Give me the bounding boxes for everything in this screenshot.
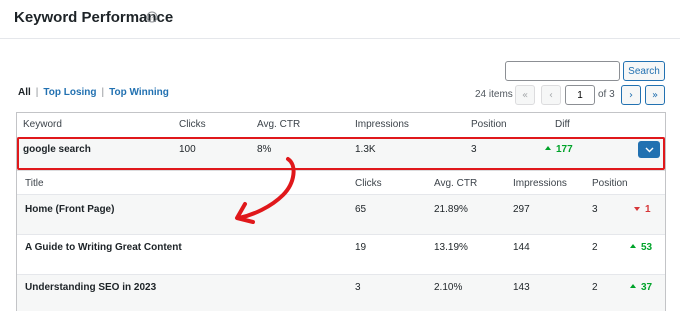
diff-value: 53 [641, 242, 653, 253]
diff-value: 1 [645, 204, 651, 215]
table-row[interactable]: Understanding SEO in 2023 3 2.10% 143 2 … [17, 274, 665, 311]
help-circle-icon[interactable]: ? [146, 11, 158, 23]
arrow-down-icon [634, 207, 640, 211]
ctr-cell: 21.89% [434, 204, 468, 215]
clicks-cell: 65 [355, 204, 367, 215]
col-avg-ctr[interactable]: Avg. CTR [257, 119, 300, 130]
sub-col-clicks[interactable]: Clicks [355, 178, 382, 189]
prev-page-button[interactable]: ‹ [541, 85, 561, 105]
annotation-arrow [235, 157, 296, 224]
filter-separator: | [35, 87, 39, 98]
current-page-input[interactable] [565, 85, 595, 105]
diff-cell: 37 [630, 282, 652, 293]
col-clicks[interactable]: Clicks [179, 119, 206, 130]
items-count: 24 items [475, 89, 513, 100]
search-input[interactable] [505, 61, 620, 81]
expand-row-button[interactable] [638, 141, 660, 158]
sub-col-impressions[interactable]: Impressions [513, 178, 567, 189]
search-button[interactable]: Search [623, 61, 665, 81]
next-page-button[interactable]: › [621, 85, 641, 105]
impressions-cell: 143 [513, 282, 530, 293]
arrow-up-icon [630, 284, 636, 288]
arrow-up-icon [630, 244, 636, 248]
sub-col-avg-ctr[interactable]: Avg. CTR [434, 178, 477, 189]
keyword-table: Keyword Clicks Avg. CTR Impressions Posi… [16, 112, 666, 311]
ctr-cell: 2.10% [434, 282, 463, 293]
impressions-cell: 144 [513, 242, 530, 253]
diff-cell: 53 [630, 242, 652, 253]
col-keyword[interactable]: Keyword [23, 119, 62, 130]
last-page-button[interactable]: » [645, 85, 665, 105]
col-impressions[interactable]: Impressions [355, 119, 409, 130]
page-header: Keyword Performance ? [0, 0, 680, 39]
highlight-box [17, 137, 665, 170]
chevron-down-icon [645, 147, 653, 152]
first-page-button[interactable]: « [515, 85, 535, 105]
diff-cell: 1 [634, 204, 651, 215]
position-cell: 2 [592, 282, 598, 293]
filter-all[interactable]: All [18, 87, 31, 98]
col-position[interactable]: Position [471, 119, 507, 130]
clicks-cell: 19 [355, 242, 367, 253]
sub-col-title[interactable]: Title [25, 178, 44, 189]
position-cell: 3 [592, 204, 598, 215]
sub-col-position[interactable]: Position [592, 178, 628, 189]
table-row[interactable]: Home (Front Page) 65 21.89% 297 3 1 [17, 194, 665, 234]
filter-top-winning[interactable]: Top Winning [109, 87, 169, 98]
position-cell: 2 [592, 242, 598, 253]
table-row[interactable]: A Guide to Writing Great Content 19 13.1… [17, 234, 665, 274]
filter-separator: | [101, 87, 105, 98]
clicks-cell: 3 [355, 282, 361, 293]
filter-top-losing[interactable]: Top Losing [43, 87, 96, 98]
page-title-cell[interactable]: Understanding SEO in 2023 [25, 282, 156, 293]
page-title-cell[interactable]: Home (Front Page) [25, 204, 114, 215]
impressions-cell: 297 [513, 204, 530, 215]
subtable-header: Title Clicks Avg. CTR Impressions Positi… [17, 170, 665, 194]
page-title-cell[interactable]: A Guide to Writing Great Content [25, 242, 182, 253]
svg-text:?: ? [150, 13, 154, 22]
col-diff[interactable]: Diff [555, 119, 570, 130]
diff-value: 37 [641, 282, 653, 293]
filter-links: All | Top Losing | Top Winning [18, 87, 169, 98]
ctr-cell: 13.19% [434, 242, 468, 253]
page-total: of 3 [598, 89, 615, 100]
